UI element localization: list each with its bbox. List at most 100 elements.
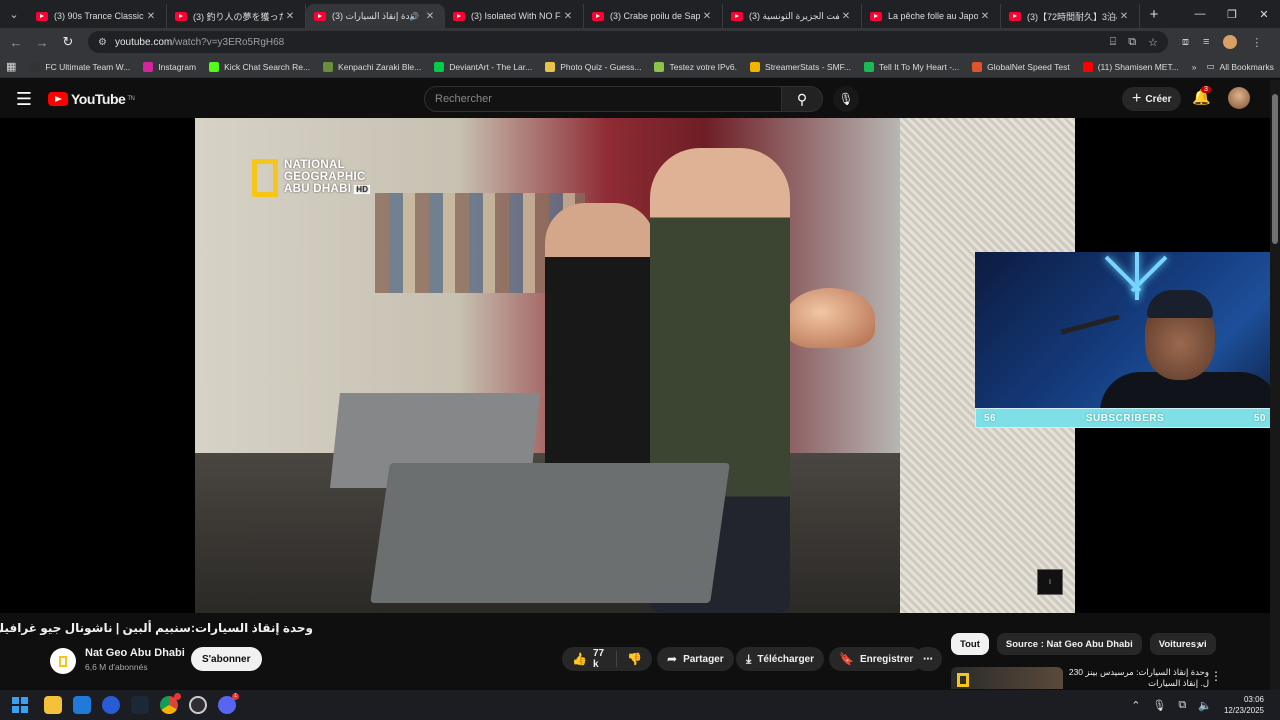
youtube-favicon-icon bbox=[1009, 11, 1021, 21]
tab-search-icon[interactable]: ⌄ bbox=[0, 0, 28, 28]
browser-tab[interactable]: (3) Isolated With NO Food✕ bbox=[445, 4, 584, 28]
natgeo-watermark: NATIONAL GEOGRAPHIC ABU DHABI HD bbox=[252, 159, 371, 197]
browser-tab[interactable]: (3) Crabe poilu de Sapporo✕ bbox=[584, 4, 723, 28]
tab-close-icon[interactable]: ✕ bbox=[978, 11, 992, 22]
youtube-logo[interactable]: YouTube TN bbox=[48, 91, 135, 107]
tab-audio-icon[interactable]: 🔊 bbox=[409, 12, 419, 21]
recommended-title[interactable]: وحدة إنقاذ السيارات: مرسيدس بينز 230 إس … bbox=[1069, 667, 1209, 689]
mail-icon[interactable] bbox=[73, 696, 91, 714]
tray-network-icon[interactable]: ⧉ bbox=[1178, 699, 1186, 712]
url-text: youtube.com/watch?v=y3ERo5RgH68 bbox=[114, 36, 285, 48]
tab-close-icon[interactable]: ✕ bbox=[839, 11, 853, 22]
forward-icon[interactable]: → bbox=[30, 35, 54, 50]
cast-icon[interactable]: ⧉ bbox=[1128, 36, 1136, 49]
bookmark-favicon-icon bbox=[545, 61, 556, 72]
channel-avatar[interactable] bbox=[50, 648, 76, 674]
omnibox[interactable]: ⚙ youtube.com/watch?v=y3ERo5RgH68 ⌸ ⧉ ☆ bbox=[88, 31, 1168, 53]
bookmark-star-icon[interactable]: ☆ bbox=[1148, 36, 1158, 49]
extensions-icon[interactable]: ⧈ bbox=[1182, 36, 1189, 49]
chevron-right-icon[interactable]: › bbox=[1196, 636, 1201, 652]
tray-mic-icon[interactable]: 🎙 bbox=[1152, 699, 1166, 712]
bookmark-item[interactable]: Kenpachi Zaraki Ble... bbox=[323, 61, 421, 72]
channel-name[interactable]: Nat Geo Abu Dhabi bbox=[85, 647, 185, 659]
discord-icon[interactable]: 1 bbox=[218, 693, 239, 714]
apps-grid-icon[interactable]: ▦ bbox=[6, 60, 16, 73]
media-controls-icon[interactable]: ≡ bbox=[1203, 36, 1209, 48]
bookmarks-overflow-icon[interactable]: » bbox=[1192, 62, 1197, 72]
minimize-icon[interactable]: — bbox=[1184, 8, 1216, 21]
create-button[interactable]: + Créer bbox=[1122, 87, 1182, 111]
dislike-icon[interactable]: 👎 bbox=[627, 652, 642, 666]
windows-start-icon[interactable] bbox=[12, 697, 28, 713]
natgeo-logo-icon bbox=[59, 655, 67, 667]
obs-icon[interactable] bbox=[189, 696, 207, 714]
browser-tab[interactable]: (3) 釣り人の夢を獲った！場✕ bbox=[167, 4, 306, 28]
all-bookmarks-button[interactable]: ▭ All Bookmarks bbox=[1207, 61, 1274, 72]
notifications-bell-icon[interactable]: 🔔 3 bbox=[1192, 86, 1211, 106]
recommended-more-icon[interactable]: ⋮ bbox=[1210, 669, 1222, 683]
browser-tab[interactable]: (3) وحدة إنقاذ السيارات🔊 ✕ bbox=[306, 4, 445, 28]
profile-avatar[interactable] bbox=[1223, 35, 1238, 49]
browser-tab[interactable]: (3)【72時間耐久】3泊4日✕ bbox=[1001, 4, 1140, 28]
bookmarks-bar: ▦ FC Ultimate Team W... Instagram Kick Cha… bbox=[0, 56, 1280, 78]
subscribe-button[interactable]: S'abonner bbox=[191, 647, 262, 671]
tab-close-icon[interactable]: ✕ bbox=[144, 11, 158, 22]
video-player[interactable]: NATIONAL GEOGRAPHIC ABU DHABI HD ▯ bbox=[195, 118, 1075, 613]
microphone-icon[interactable]: 🎙 bbox=[833, 86, 859, 112]
scrollbar-thumb[interactable] bbox=[1272, 94, 1278, 244]
site-info-icon[interactable]: ⚙ bbox=[98, 37, 107, 48]
save-button[interactable]: 🔖 Enregistrer bbox=[829, 647, 924, 671]
more-actions-icon[interactable]: ⋯ bbox=[914, 647, 942, 671]
tab-close-icon[interactable]: ✕ bbox=[423, 11, 437, 22]
bookmark-item[interactable]: Photo Quiz - Guess... bbox=[545, 61, 641, 72]
tray-volume-icon[interactable]: 🔈 bbox=[1198, 699, 1212, 712]
tab-close-icon[interactable]: ✕ bbox=[1117, 11, 1131, 22]
channel-watermark-icon[interactable]: ▯ bbox=[1037, 569, 1063, 595]
search-icon[interactable]: ⚲ bbox=[781, 86, 823, 112]
tab-title: (3) 釣り人の夢を獲った！場 bbox=[193, 11, 283, 22]
bookmark-item[interactable]: Tell It To My Heart -... bbox=[864, 61, 959, 72]
share-button[interactable]: ➦ Partager bbox=[657, 647, 734, 671]
media-player-icon[interactable] bbox=[102, 696, 120, 714]
tray-chevron-icon[interactable]: ⌃ bbox=[1131, 699, 1140, 712]
like-icon[interactable]: 👍 bbox=[572, 652, 587, 666]
like-count[interactable]: 77 k bbox=[593, 648, 605, 670]
file-explorer-icon[interactable] bbox=[44, 696, 62, 714]
tab-close-icon[interactable]: ✕ bbox=[700, 11, 714, 22]
bookmark-favicon-icon bbox=[323, 61, 334, 72]
browser-tab[interactable]: (3) 90s Trance Classics Mix✕ bbox=[28, 4, 167, 28]
address-bar-row: ← → ↻ ⚙ youtube.com/watch?v=y3ERo5RgH68 … bbox=[0, 28, 1280, 56]
hamburger-menu-icon[interactable]: ☰ bbox=[0, 89, 48, 110]
browser-tab[interactable]: (3) اكتشفت الجزيرة التونسية✕ bbox=[723, 4, 862, 28]
recommended-thumbnail[interactable] bbox=[951, 667, 1063, 689]
reload-icon[interactable]: ↻ bbox=[56, 34, 80, 50]
filter-chip[interactable]: Tout bbox=[951, 633, 989, 655]
chrome-icon[interactable] bbox=[160, 693, 181, 714]
bookmark-item[interactable]: StreamerStats - SMF... bbox=[750, 61, 851, 72]
browser-menu-icon[interactable]: ⋮ bbox=[1251, 36, 1262, 49]
close-window-icon[interactable]: ✕ bbox=[1248, 8, 1280, 21]
bookmark-item[interactable]: Testez votre IPv6. bbox=[654, 61, 737, 72]
filter-chip[interactable]: Voitures vi bbox=[1149, 633, 1216, 655]
page-scrollbar[interactable] bbox=[1270, 80, 1280, 693]
bookmark-item[interactable]: Kick Chat Search Re... bbox=[209, 61, 310, 72]
recommended-video[interactable]: وحدة إنقاذ السيارات: مرسيدس بينز 230 إس … bbox=[951, 667, 1211, 689]
download-button[interactable]: ⤓ Télécharger bbox=[736, 647, 825, 671]
steam-icon[interactable] bbox=[131, 696, 149, 714]
filter-chip[interactable]: Source : Nat Geo Abu Dhabi bbox=[996, 633, 1142, 655]
bookmark-item[interactable]: Instagram bbox=[143, 61, 196, 72]
search-input[interactable]: Rechercher bbox=[424, 86, 782, 112]
system-clock[interactable]: 03:06 12/23/2025 bbox=[1224, 694, 1264, 716]
new-tab-button[interactable]: + bbox=[1140, 6, 1168, 23]
user-avatar[interactable] bbox=[1228, 87, 1250, 109]
browser-tab[interactable]: La pêche folle au Japon ✕ bbox=[862, 4, 1001, 28]
tab-close-icon[interactable]: ✕ bbox=[283, 11, 297, 22]
bookmark-item[interactable]: FC Ultimate Team W... bbox=[30, 61, 130, 72]
restore-icon[interactable]: ❐ bbox=[1216, 8, 1248, 21]
translate-icon[interactable]: ⌸ bbox=[1110, 36, 1117, 49]
bookmark-item[interactable]: (11) Shamisen MET... bbox=[1082, 61, 1179, 72]
tab-close-icon[interactable]: ✕ bbox=[561, 11, 575, 22]
bookmark-item[interactable]: GlobalNet Speed Test bbox=[972, 61, 1070, 72]
bookmark-item[interactable]: DeviantArt - The Lar... bbox=[434, 61, 532, 72]
back-icon[interactable]: ← bbox=[4, 35, 28, 50]
